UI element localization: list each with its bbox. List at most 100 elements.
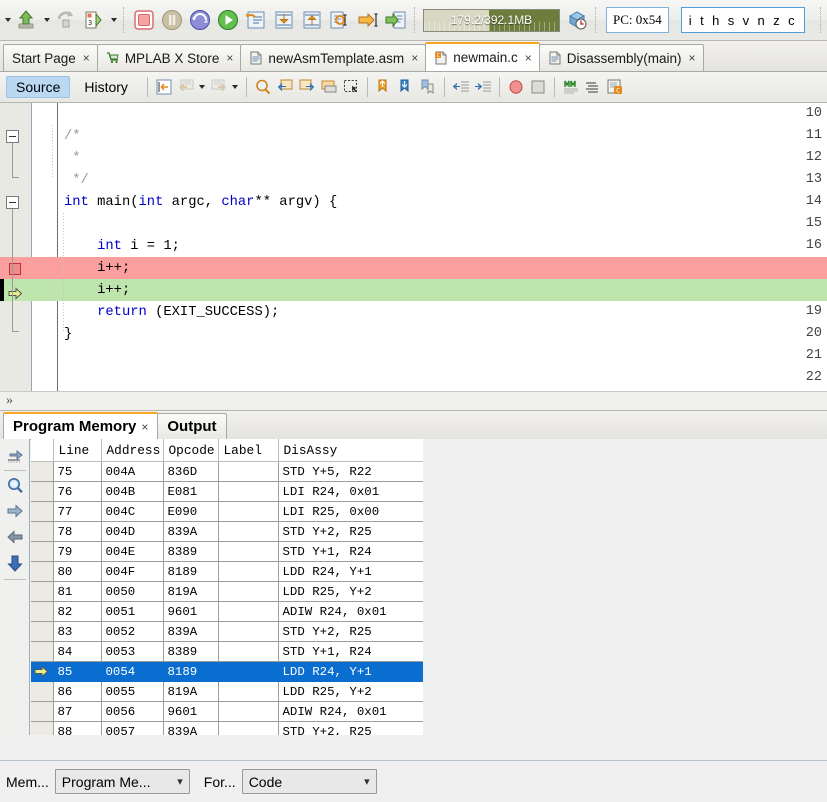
- cell-label: [218, 701, 279, 722]
- run-to-cursor-icon[interactable]: [326, 5, 354, 35]
- column-header-disassy[interactable]: DisAssy: [278, 439, 423, 462]
- stop-debug-icon[interactable]: [130, 5, 158, 35]
- editor-code-area[interactable]: i++; i++; /* * */ int main(int argc, cha…: [0, 103, 827, 391]
- reset-icon[interactable]: [186, 5, 214, 35]
- find-selection-icon[interactable]: [252, 75, 274, 99]
- toggle-highlight-icon[interactable]: [318, 75, 340, 99]
- table-row[interactable]: 83 0052 839A STD Y+2, R25: [31, 621, 423, 642]
- column-header-address[interactable]: Address: [101, 439, 164, 462]
- find-previous-icon[interactable]: [274, 75, 296, 99]
- panel-empty-area: [423, 439, 827, 735]
- table-row[interactable]: 78 004D 839A STD Y+2, R25: [31, 521, 423, 542]
- go-back-icon[interactable]: [2, 525, 28, 551]
- toggle-breakpoint-icon[interactable]: [505, 75, 527, 99]
- tab-newasmtemplate-asm[interactable]: newAsmTemplate.asm ×: [240, 44, 427, 71]
- toggle-bookmark-icon[interactable]: [417, 75, 439, 99]
- pc-display[interactable]: PC: 0x54: [606, 7, 669, 33]
- breakpoint-marker[interactable]: [9, 263, 21, 275]
- shift-left-icon[interactable]: [450, 75, 472, 99]
- table-row[interactable]: 75 004A 836D STD Y+5, R22: [31, 461, 423, 482]
- row-gutter: [31, 541, 54, 562]
- tab-disassembly-main[interactable]: Disassembly(main) ×: [538, 44, 704, 71]
- last-edit-icon[interactable]: [153, 75, 175, 99]
- find-icon[interactable]: [2, 473, 28, 499]
- refresh-debug-icon[interactable]: [52, 5, 80, 35]
- tab-newmain-c[interactable]: C newmain.c ×: [425, 42, 540, 71]
- close-icon[interactable]: ×: [141, 420, 148, 434]
- go-forward-icon[interactable]: [2, 499, 28, 525]
- column-header-label[interactable]: Label: [218, 439, 279, 462]
- table-row[interactable]: 77 004C E090 LDI R25, 0x00: [31, 501, 423, 522]
- close-icon[interactable]: ×: [411, 51, 418, 65]
- table-row[interactable]: 84 0053 8389 STD Y+1, R24: [31, 641, 423, 662]
- editor-toolbar-separator-4: [443, 77, 445, 97]
- tab-program-memory[interactable]: Program Memory ×: [3, 412, 159, 439]
- toggle-rectangular-selection-icon[interactable]: [340, 75, 362, 99]
- column-header-line[interactable]: Line: [53, 439, 102, 462]
- table-row[interactable]: 76 004B E081 LDI R24, 0x01: [31, 481, 423, 502]
- goto-icon[interactable]: [2, 551, 28, 577]
- forward-dropdown-icon[interactable]: [230, 72, 241, 102]
- fill-memory-icon[interactable]: [2, 442, 28, 468]
- tab-source[interactable]: Source: [6, 76, 71, 98]
- table-row[interactable]: 79 004E 8389 STD Y+1, R24: [31, 541, 423, 562]
- table-row[interactable]: 86 0055 819A LDD R25, Y+2: [31, 681, 423, 702]
- cell-address: 0057: [101, 721, 164, 735]
- format-icon[interactable]: [582, 75, 604, 99]
- cell-label: [218, 621, 279, 642]
- format-select[interactable]: Code ▾: [241, 769, 377, 794]
- stop-macro-recording-icon[interactable]: [527, 75, 549, 99]
- tab-mplab-x-store[interactable]: MPLAB X Store ×: [96, 44, 242, 71]
- fold-toggle-comment[interactable]: [6, 130, 19, 143]
- back-dropdown-icon[interactable]: [197, 72, 208, 102]
- pause-icon[interactable]: [158, 5, 186, 35]
- code-text: i++;: [64, 260, 131, 276]
- previous-bookmark-icon[interactable]: [373, 75, 395, 99]
- read-device-memory-icon[interactable]: 3: [80, 5, 108, 35]
- tab-history[interactable]: History: [74, 76, 138, 98]
- close-icon[interactable]: ×: [226, 51, 233, 65]
- table-row[interactable]: 81 0050 819A LDD R25, Y+2: [31, 581, 423, 602]
- memory-select[interactable]: Program Me... ▾: [54, 769, 190, 794]
- column-header-opcode[interactable]: Opcode: [163, 439, 219, 462]
- tab-output[interactable]: Output: [157, 413, 227, 439]
- continue-icon[interactable]: [214, 5, 242, 35]
- close-icon[interactable]: ×: [83, 51, 90, 65]
- table-row[interactable]: 80 004F 8189 LDD R24, Y+1: [31, 561, 423, 582]
- editor-gutter[interactable]: [0, 103, 32, 391]
- load-program-dropdown-icon[interactable]: [41, 5, 52, 35]
- tab-start-page[interactable]: Start Page ×: [3, 44, 98, 71]
- step-into-icon[interactable]: [270, 5, 298, 35]
- next-bookmark-icon[interactable]: [395, 75, 417, 99]
- table-row[interactable]: 88 0057 839A STD Y+2, R25: [31, 721, 423, 735]
- find-next-icon[interactable]: [296, 75, 318, 99]
- garbage-collect-icon[interactable]: [563, 5, 591, 35]
- memory-usage-gauge[interactable]: 179.2/392.1MB: [423, 8, 560, 32]
- code-editor[interactable]: i++; i++; /* * */ int main(int argc, cha…: [0, 103, 827, 391]
- toolbar-overflow-arrow[interactable]: [2, 5, 13, 35]
- shift-right-icon[interactable]: [472, 75, 494, 99]
- inspect-icon[interactable]: C: [604, 75, 626, 99]
- cell-line: 85: [53, 661, 102, 682]
- editor-fold-column[interactable]: [33, 103, 58, 391]
- close-icon[interactable]: ×: [689, 51, 696, 65]
- load-program-icon[interactable]: [13, 5, 41, 35]
- back-icon[interactable]: [175, 75, 197, 99]
- toolbar-separator-4: [820, 7, 823, 33]
- table-row[interactable]: 82 0051 9601 ADIW R24, 0x01: [31, 601, 423, 622]
- step-over-icon[interactable]: [242, 5, 270, 35]
- set-pc-at-cursor-icon[interactable]: [354, 5, 382, 35]
- program-memory-table-wrapper[interactable]: Line Address Opcode Label DisAssy 75 004A…: [31, 439, 423, 735]
- forward-icon[interactable]: [208, 75, 230, 99]
- close-icon[interactable]: ×: [525, 51, 532, 65]
- status-flags-display[interactable]: i t h s v n z c: [680, 7, 806, 33]
- start-macro-recording-icon[interactable]: [560, 75, 582, 99]
- table-row[interactable]: 87 0056 9601 ADIW R24, 0x01: [31, 701, 423, 722]
- table-row-selected[interactable]: 85 0054 8189 LDD R24, Y+1: [31, 661, 423, 682]
- editor-toolbar: Source History C: [0, 72, 827, 103]
- focus-cursor-at-pc-icon[interactable]: [382, 5, 410, 35]
- asm-file-icon: [249, 51, 263, 65]
- step-out-icon[interactable]: [298, 5, 326, 35]
- read-device-memory-dropdown-icon[interactable]: [108, 5, 119, 35]
- fold-toggle-main[interactable]: [6, 196, 19, 209]
